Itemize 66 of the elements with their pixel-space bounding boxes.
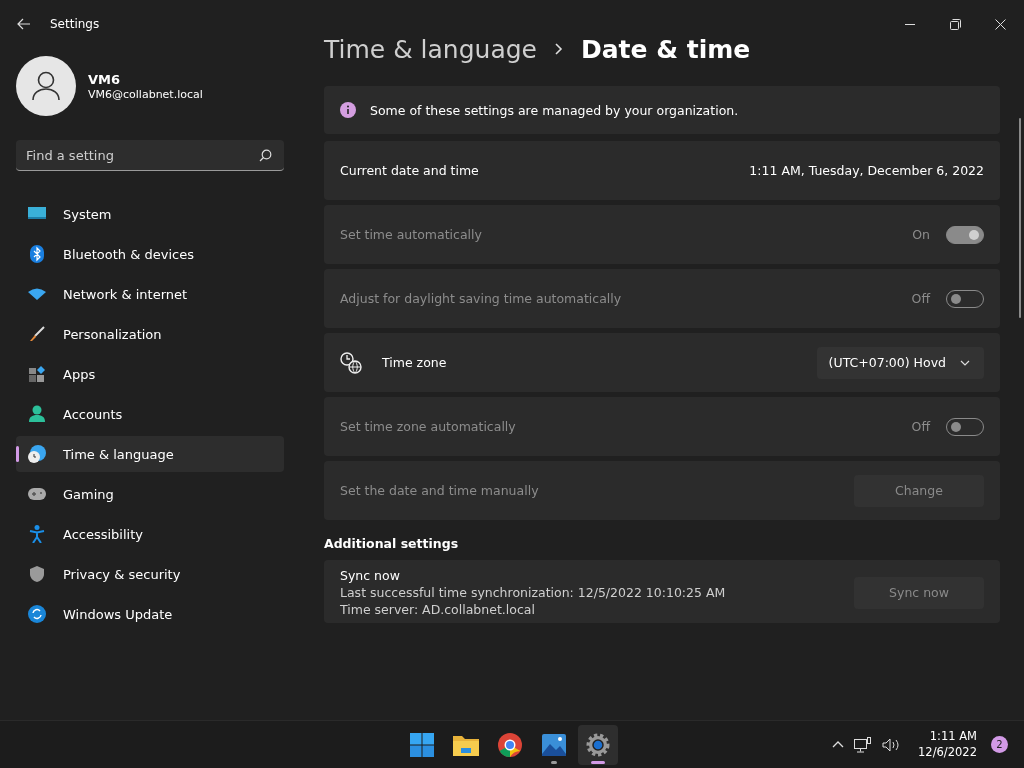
notice-text: Some of these settings are managed by your organization.	[370, 102, 739, 118]
sync-detail: Last successful time synchronization: 12/5/2022 10:10:25 AM	[340, 585, 727, 600]
sync-title: Sync now	[340, 568, 401, 583]
gamepad-icon	[28, 488, 46, 500]
row-value: 1:11 AM, Tuesday, December 6, 2022	[749, 163, 984, 178]
sync-detail: Time server: AD.collabnet.local	[340, 602, 536, 617]
sidebar-item[interactable]: Accounts	[16, 396, 284, 432]
folder-icon	[453, 733, 479, 756]
apps-icon	[28, 366, 46, 382]
sidebar-item[interactable]: Windows Update	[16, 596, 284, 632]
caret-icon	[960, 359, 970, 366]
accessibility-icon	[28, 525, 46, 543]
globe-clock-icon	[28, 445, 46, 463]
chevron-right-icon	[554, 43, 563, 55]
chevron-up-icon[interactable]	[832, 741, 845, 748]
avatar-icon	[16, 56, 76, 116]
profile-name: VM6	[88, 71, 122, 87]
sidebar-item[interactable]: Time & language	[16, 436, 284, 472]
profile-email: VM6@collabnet.local	[88, 87, 203, 101]
wifi-icon	[28, 288, 46, 300]
sidebar-item[interactable]: Apps	[16, 356, 284, 392]
sidebar-item[interactable]: Accessibility	[16, 516, 284, 552]
monitor-icon	[28, 206, 46, 222]
sidebar-item[interactable]: Bluetooth & devices	[16, 236, 284, 272]
sidebar-item[interactable]: Gaming	[16, 476, 284, 512]
globe-clock-icon	[340, 351, 362, 374]
toggle-state: Off	[911, 291, 930, 306]
sidebar-item[interactable]: Privacy & security	[16, 556, 284, 592]
timezone-dropdown[interactable]: (UTC+07:00) Hovd	[816, 346, 984, 379]
sidebar-item[interactable]: System	[16, 196, 284, 232]
notification-count[interactable]: 2	[991, 736, 1008, 753]
toggle-state: Off	[911, 419, 930, 434]
browser-icon	[498, 732, 522, 757]
sidebar-item[interactable]: Personalization	[16, 316, 284, 352]
row-label: Adjust for daylight saving time automatically	[340, 291, 622, 306]
windows-logo-icon	[410, 732, 434, 757]
person-icon	[28, 405, 46, 423]
shield-icon	[28, 566, 46, 582]
landscape-picture-icon	[542, 733, 566, 756]
refresh-icon	[28, 605, 46, 623]
restore-icon[interactable]	[950, 18, 961, 30]
search-field[interactable]: Find a setting	[16, 140, 284, 171]
search-icon	[259, 149, 272, 162]
page-title: Date & time	[580, 34, 751, 64]
row-label: Time zone	[382, 355, 447, 370]
taskbar-date[interactable]: 12/6/2022	[918, 744, 977, 760]
bluetooth-icon	[28, 245, 46, 263]
window-title: Settings	[50, 17, 100, 31]
close-icon[interactable]	[995, 18, 1006, 30]
toggle-state: On	[912, 227, 930, 242]
row-label: Set the date and time manually	[340, 483, 539, 498]
back-arrow-icon[interactable]	[17, 18, 31, 30]
taskbar-app[interactable]	[578, 724, 618, 765]
section-heading: Additional settings	[324, 536, 460, 551]
gear-icon	[586, 732, 610, 757]
info-icon	[340, 102, 356, 118]
row-label: Set time automatically	[340, 227, 482, 242]
speaker-icon[interactable]	[882, 737, 901, 752]
row-label: Set time zone automatically	[340, 419, 516, 434]
paintbrush-icon	[28, 326, 46, 342]
sidebar-item[interactable]: Network & internet	[16, 276, 284, 312]
scrollbar[interactable]	[1019, 118, 1021, 318]
breadcrumb-parent[interactable]: Time & language	[324, 34, 537, 64]
network-icon[interactable]	[854, 736, 873, 753]
taskbar-time[interactable]: 1:11 AM	[929, 729, 977, 745]
row-label: Current date and time	[340, 163, 479, 178]
